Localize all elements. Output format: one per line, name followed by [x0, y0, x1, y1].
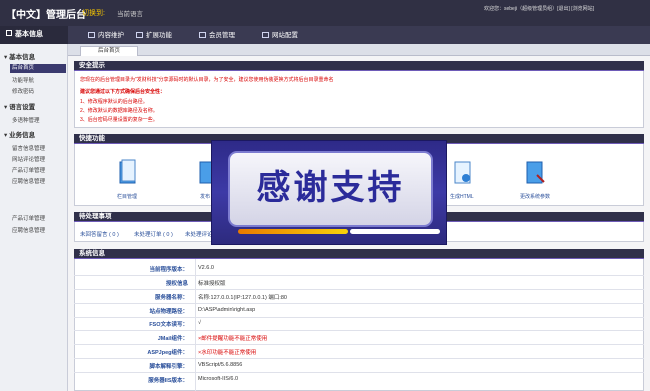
row-divider — [74, 275, 644, 276]
row-divider — [74, 344, 644, 345]
current-language-label: 当前语言 — [117, 11, 143, 18]
sidebar-item-orders-2[interactable]: 产品订单管理 — [12, 214, 45, 222]
sidebar-group-title: 语言设置 — [9, 104, 36, 111]
system-params-icon[interactable] — [525, 159, 545, 185]
sysinfo-label: JMail组件： — [157, 336, 188, 342]
page-tabstrip — [68, 44, 650, 56]
column-manage-icon[interactable] — [118, 159, 138, 185]
nav-tab-label: 内容维护 — [98, 32, 124, 39]
sysinfo-label: FSO文本读写： — [149, 322, 188, 328]
sidebar-item-orders[interactable]: 产品订单管理 — [12, 166, 45, 174]
sidebar-group-business[interactable]: ▾ 业务信息 — [4, 129, 35, 139]
sysinfo-value: D:\ASP\admin\right.asp — [198, 307, 256, 313]
sysinfo-value: 名称:127.0.0.1(IP:127.0.0.1) 端口:80 — [198, 295, 287, 301]
quick-system-params[interactable]: 更改系统参数 — [520, 193, 550, 200]
thanks-banner-text: 感谢支持 — [256, 168, 405, 208]
sidebar-item-change-password[interactable]: 修改密码 — [12, 87, 34, 95]
security-tip: 1、修改程序默认的后台路径。 — [80, 99, 148, 105]
sysinfo-value: VBScript/5.6.8856 — [198, 362, 243, 368]
row-divider — [74, 289, 644, 290]
nav-tab-site-config[interactable]: 网站配置 — [258, 29, 298, 42]
nav-tab-content[interactable]: 内容维护 — [84, 29, 124, 42]
row-divider — [74, 372, 644, 373]
sidebar-item-comments[interactable]: 网站评论管理 — [12, 155, 45, 163]
sysinfo-label: 授权信息 — [165, 281, 188, 287]
row-divider — [74, 303, 644, 304]
sidebar-item-applications[interactable]: 应聘信息管理 — [12, 177, 45, 185]
sidebar-group-basic[interactable]: ▾ 基本信息 — [4, 51, 35, 61]
todo-pending-comments[interactable]: 未处理评论 — [185, 230, 213, 238]
sidebar-item-messages[interactable]: 留言信息管理 — [12, 144, 45, 152]
nav-tab-label: 基本信息 — [15, 31, 43, 38]
row-divider — [74, 358, 644, 359]
quick-publish[interactable]: 发布 — [200, 193, 210, 200]
nav-tab-extensions[interactable]: 扩展功能 — [132, 29, 172, 42]
puzzle-icon — [136, 32, 143, 38]
html-generate-icon[interactable] — [453, 159, 473, 185]
sidebar-item-function-nav[interactable]: 功能导航 — [12, 76, 34, 84]
sysinfo-label: 脚本解释引擎： — [149, 364, 188, 370]
sysinfo-label: ASPJpeg组件： — [147, 350, 188, 356]
todo-pending-orders[interactable]: 未处理订单 ( 0 ) — [134, 230, 173, 238]
quick-column-manage[interactable]: 栏目管理 — [117, 193, 137, 200]
nav-tab-label: 扩展功能 — [146, 32, 172, 39]
sysinfo-label: 服务器名称： — [154, 295, 188, 301]
sidebar-item-admin-home[interactable]: 后台首页 — [10, 64, 66, 73]
security-tip: 2、修改默认的数据库路径及名称。 — [80, 108, 158, 114]
document-icon — [88, 32, 95, 38]
sysinfo-value: ×邮件提醒功能不能正常使用 — [198, 336, 268, 342]
sysinfo-value: ×水印功能不能正常使用 — [198, 350, 257, 356]
banner-white-stripe — [350, 229, 440, 234]
sidebar-item-applications-2[interactable]: 应聘信息管理 — [12, 226, 45, 234]
sysinfo-value: V2.6.0 — [198, 265, 214, 271]
switch-language-link[interactable]: 切换到: — [82, 8, 105, 18]
user-info-links[interactable]: 欢迎您：sebeji（超级管理员组）[退出] [浏览网站] — [484, 5, 594, 12]
users-icon — [199, 32, 206, 38]
sysinfo-panel-title: 系统信息 — [74, 249, 644, 259]
nav-tab-members[interactable]: 会员管理 — [195, 29, 235, 42]
sysinfo-label: 当前程序版本： — [149, 267, 188, 273]
admin-brand-title: 【中文】管理后台 — [6, 10, 86, 21]
security-subtitle: 建议您通过以下方式确保后台安全性： — [80, 89, 166, 95]
sidebar-group-language[interactable]: ▾ 语言设置 — [4, 101, 35, 111]
security-panel-title: 安全提示 — [74, 61, 644, 71]
row-divider — [74, 317, 644, 318]
nav-tab-basic-info[interactable]: 基本信息 — [0, 26, 68, 44]
sysinfo-label: 服务器IIS版本： — [148, 378, 188, 384]
security-tip: 3、后台密码尽量设置的复杂一些。 — [80, 117, 158, 123]
sidebar-item-multilang[interactable]: 多语种管理 — [12, 116, 40, 124]
quick-generate-html[interactable]: 生成HTML — [450, 193, 474, 200]
todo-unanswered-messages[interactable]: 未回答留言 ( 0 ) — [80, 230, 119, 238]
sidebar-group-title: 业务信息 — [9, 132, 36, 139]
security-intro: 您现在的后台管理目录为"发财科技"分享源码时的默认目录，为了安全，建议您使用伪装… — [80, 77, 334, 83]
sysinfo-value: 标准授权版 — [198, 281, 226, 287]
nav-tab-label: 网站配置 — [272, 32, 298, 39]
grid-icon — [6, 30, 12, 36]
settings-icon — [262, 32, 269, 38]
sysinfo-value: √ — [198, 320, 202, 326]
sidebar-group-title: 基本信息 — [9, 54, 36, 61]
sysinfo-label: 站点物理路径： — [149, 309, 188, 315]
row-divider — [74, 330, 644, 331]
sysinfo-value: Microsoft-IIS/6.0 — [198, 376, 239, 382]
tab-admin-home[interactable]: 后台首页 — [80, 46, 138, 56]
banner-orange-stripe — [238, 229, 348, 234]
nav-tab-label: 会员管理 — [209, 32, 235, 39]
